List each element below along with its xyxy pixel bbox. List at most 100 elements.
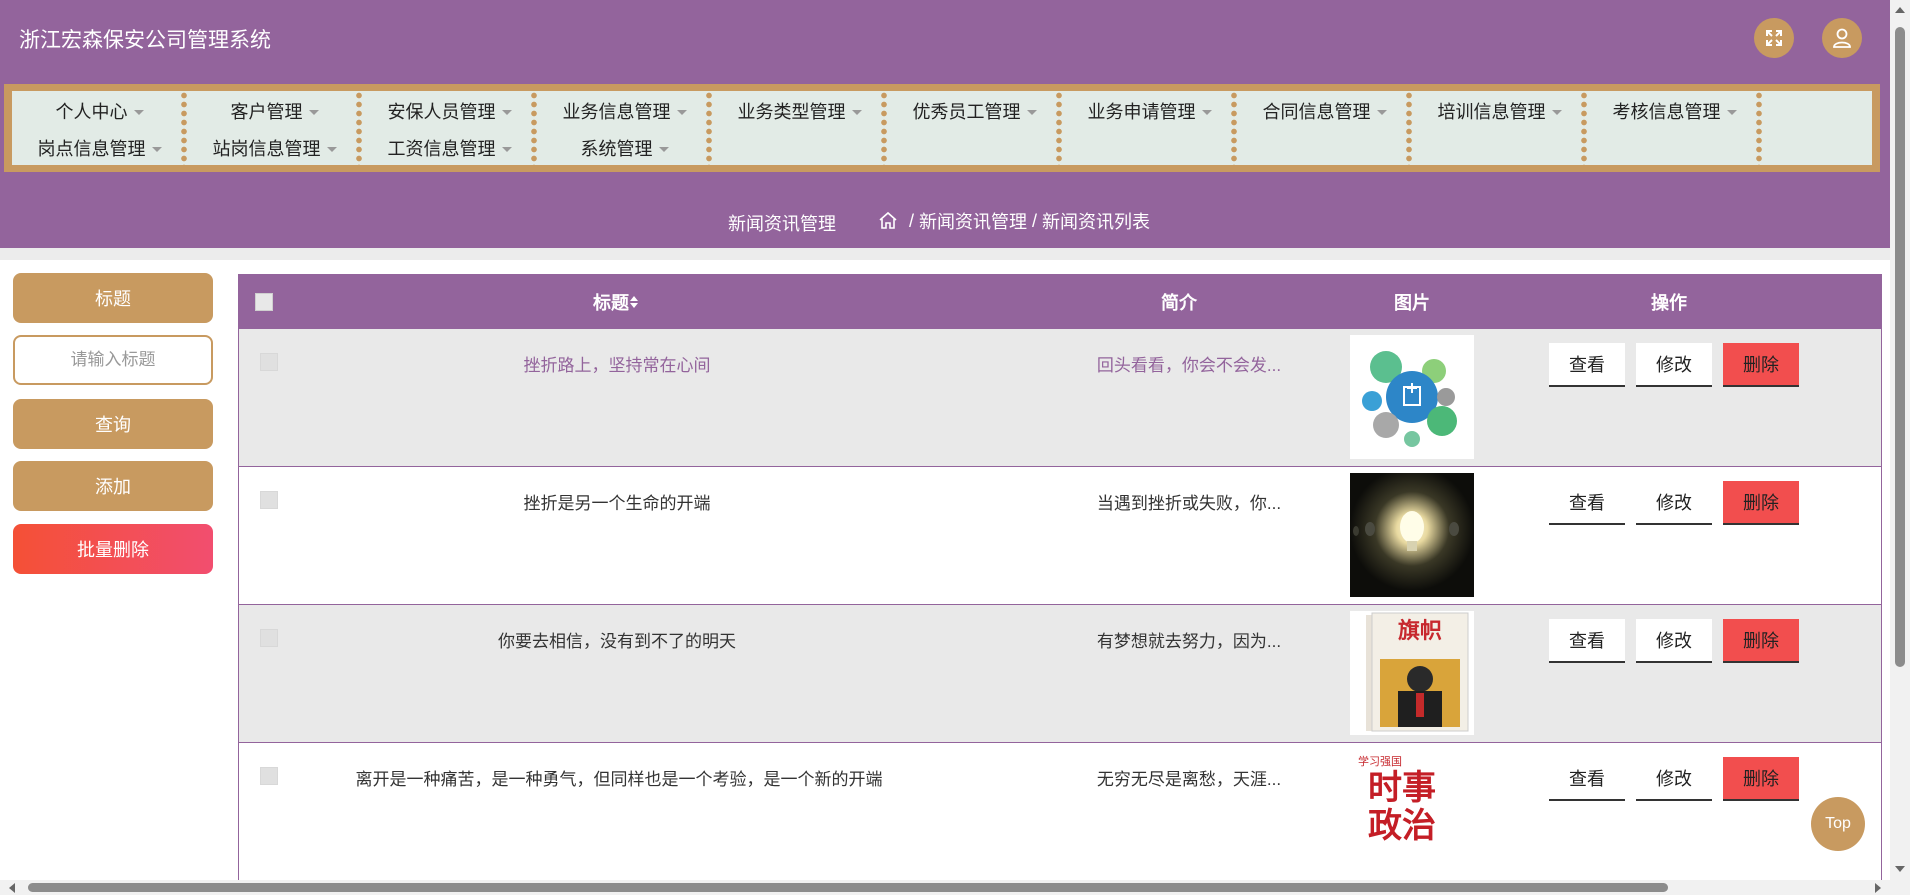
nav-divider [706, 91, 712, 165]
chevron-down-icon [1551, 109, 1562, 115]
nav-item-outstanding-staff[interactable]: 优秀员工管理 [887, 94, 1062, 128]
sort-icon[interactable] [629, 295, 639, 309]
nav-label: 岗点信息管理 [37, 139, 146, 159]
row-title[interactable]: 离开是一种痛苦，是一种勇气，但同样也是一个考验，是一个新的开端 [349, 765, 889, 790]
vertical-scroll-thumb[interactable] [1895, 27, 1905, 667]
row-summary: 无穷无尽是离愁，天涯... [1096, 770, 1282, 789]
add-button[interactable]: 添加 [13, 461, 213, 511]
nav-divider [1231, 91, 1237, 165]
vertical-scrollbar[interactable] [1890, 0, 1910, 880]
table-row: 挫折是另一个生命的开端 当遇到挫折或失败，你... 查看 修改 删除 [239, 467, 1881, 605]
magazine-cover-title: 旗帜 [1397, 618, 1442, 644]
nav-item-posts[interactable]: 岗点信息管理 [12, 131, 187, 165]
table-row: 离开是一种痛苦，是一种勇气，但同样也是一个考验，是一个新的开端 无穷无尽是离愁，… [239, 743, 1881, 880]
delete-button[interactable]: 删除 [1723, 619, 1799, 663]
nav-item-customers[interactable]: 客户管理 [187, 94, 362, 128]
row-summary: 当遇到挫折或失败，你... [1096, 494, 1282, 513]
nav-label: 业务申请管理 [1087, 102, 1196, 122]
user-icon [1833, 28, 1851, 48]
view-button[interactable]: 查看 [1549, 757, 1625, 801]
column-header-title[interactable]: 标题 [559, 274, 673, 329]
horizontal-scrollbar[interactable] [0, 880, 1890, 895]
nav-item-business-types[interactable]: 业务类型管理 [712, 94, 887, 128]
scroll-right-arrow-icon[interactable] [1875, 883, 1881, 893]
fullscreen-button[interactable] [1754, 18, 1794, 58]
row-checkbox-cell [260, 767, 278, 785]
chevron-down-icon [1026, 109, 1037, 115]
chevron-down-icon [326, 146, 337, 152]
home-icon[interactable] [878, 211, 898, 231]
chevron-down-icon [851, 109, 862, 115]
nav-item-system[interactable]: 系统管理 [537, 131, 712, 165]
row-summary: 回头看看，你会不会发... [1096, 356, 1282, 375]
nav-item-guard-duty[interactable]: 站岗信息管理 [187, 131, 362, 165]
back-to-top-button[interactable]: Top [1811, 797, 1865, 851]
nav-label: 考核信息管理 [1612, 102, 1721, 122]
nav-item-personal-center[interactable]: 个人中心 [12, 94, 187, 128]
chevron-down-icon [658, 146, 669, 152]
row-title[interactable]: 挫折是另一个生命的开端 [467, 489, 767, 514]
row-checkbox-cell [260, 629, 278, 647]
breadcrumb: / 新闻资讯管理 / 新闻资讯列表 [878, 208, 1150, 234]
view-button[interactable]: 查看 [1549, 619, 1625, 663]
row-title[interactable]: 挫折路上，坚持常在心间 [467, 351, 767, 376]
table-row: 挫折路上，坚持常在心间 回头看看，你会不会发... 查看 修改 删除 [239, 329, 1881, 467]
nav-item-contracts[interactable]: 合同信息管理 [1237, 94, 1412, 128]
nav-item-training[interactable]: 培训信息管理 [1412, 94, 1587, 128]
row-checkbox[interactable] [260, 353, 278, 371]
select-all-checkbox[interactable] [255, 292, 273, 311]
nav-divider [181, 91, 187, 165]
edit-button[interactable]: 修改 [1636, 343, 1712, 387]
nav-label: 培训信息管理 [1437, 102, 1546, 122]
scroll-left-arrow-icon[interactable] [9, 883, 15, 893]
column-header-image: 图片 [1394, 292, 1430, 313]
chevron-down-icon [676, 109, 687, 115]
scroll-down-arrow-icon[interactable] [1895, 866, 1905, 872]
breadcrumb-item-module[interactable]: 新闻资讯管理 [919, 208, 1027, 234]
app-title: 浙江宏森保安公司管理系统 [19, 29, 271, 52]
delete-button[interactable]: 删除 [1723, 757, 1799, 801]
chevron-down-icon [1726, 109, 1737, 115]
edit-button[interactable]: 修改 [1636, 619, 1712, 663]
chevron-down-icon [133, 109, 144, 115]
chevron-down-icon [308, 109, 319, 115]
edit-button[interactable]: 修改 [1636, 481, 1712, 525]
app-header: 浙江宏森保安公司管理系统 [0, 0, 1890, 80]
row-title[interactable]: 你要去相信，没有到不了的明天 [467, 627, 767, 652]
row-summary: 有梦想就去努力，因为... [1096, 632, 1282, 651]
nav-label: 业务信息管理 [562, 102, 671, 122]
horizontal-scroll-thumb[interactable] [28, 883, 1668, 892]
cover-badge: 学习强国 [1358, 756, 1402, 768]
delete-button[interactable]: 删除 [1723, 343, 1799, 387]
nav-item-business-info[interactable]: 业务信息管理 [537, 94, 712, 128]
nav-divider [1756, 91, 1762, 165]
scroll-up-arrow-icon[interactable] [1895, 7, 1905, 13]
chevron-down-icon [151, 146, 162, 152]
row-checkbox[interactable] [260, 491, 278, 509]
row-checkbox[interactable] [260, 767, 278, 785]
view-button[interactable]: 查看 [1549, 343, 1625, 387]
nav-item-business-applications[interactable]: 业务申请管理 [1062, 94, 1237, 128]
view-button[interactable]: 查看 [1549, 481, 1625, 525]
query-button[interactable]: 查询 [13, 399, 213, 449]
row-image-magazine-cover: 旗帜 [1350, 611, 1474, 735]
row-image-bubble-infographic [1350, 335, 1474, 459]
nav-item-assessment[interactable]: 考核信息管理 [1587, 94, 1762, 128]
batch-delete-button[interactable]: 批量删除 [13, 524, 213, 574]
nav-divider [1406, 91, 1412, 165]
nav-label: 优秀员工管理 [912, 102, 1021, 122]
row-checkbox[interactable] [260, 629, 278, 647]
table-header: 标题 简介 图片 操作 [239, 274, 1881, 329]
breadcrumb-separator: / [1027, 210, 1043, 231]
delete-button[interactable]: 删除 [1723, 481, 1799, 525]
nav-label: 工资信息管理 [387, 139, 496, 159]
column-header-actions: 操作 [1651, 292, 1687, 313]
nav-item-security-staff[interactable]: 安保人员管理 [362, 94, 537, 128]
nav-item-wages[interactable]: 工资信息管理 [362, 131, 537, 165]
user-button[interactable] [1822, 18, 1862, 58]
edit-button[interactable]: 修改 [1636, 757, 1712, 801]
nav-divider [356, 91, 362, 165]
chevron-down-icon [1201, 109, 1212, 115]
title-search-input[interactable] [13, 335, 213, 385]
nav-label: 合同信息管理 [1262, 102, 1371, 122]
